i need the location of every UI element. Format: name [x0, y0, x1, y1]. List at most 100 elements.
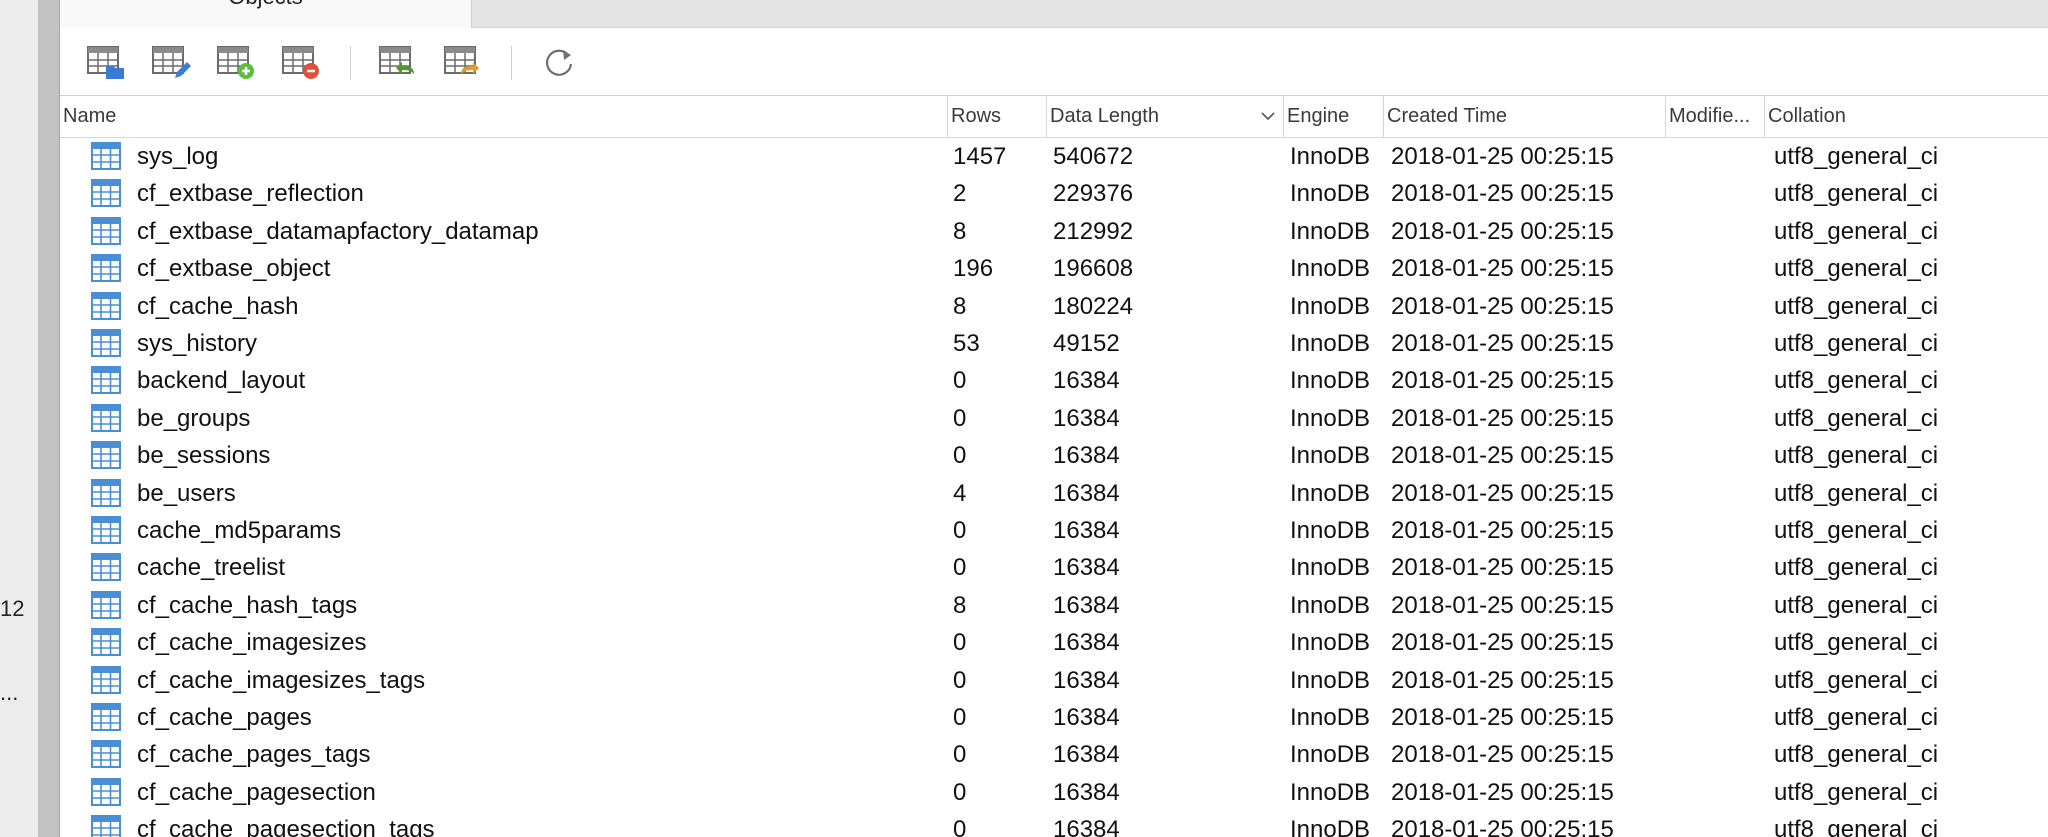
- table-row[interactable]: cf_cache_hash 8 180224 InnoDB 2018-01-25 00:…: [60, 288, 2048, 325]
- cell-name: cf_extbase_object: [137, 255, 331, 282]
- cell-data-length: 16384: [1053, 517, 1120, 544]
- table-icon: [91, 366, 121, 394]
- cell-rows: 0: [953, 554, 967, 581]
- cell-rows: 2: [953, 180, 967, 207]
- table-icon: [91, 703, 121, 731]
- design-table-button[interactable]: [151, 44, 191, 80]
- cell-name: cf_cache_pages_tags: [137, 741, 371, 768]
- table-row[interactable]: cf_cache_pagesection_tags 0 16384 InnoDB 201…: [60, 811, 2048, 837]
- cell-engine: InnoDB: [1290, 367, 1371, 394]
- table-row[interactable]: cf_cache_hash_tags 8 16384 InnoDB 2018-01-25…: [60, 587, 2048, 624]
- cell-data-length: 16384: [1053, 442, 1120, 469]
- cell-engine: InnoDB: [1290, 517, 1371, 544]
- cell-collation: utf8_general_ci: [1774, 517, 1939, 544]
- cell-data-length: 16384: [1053, 779, 1120, 806]
- cell-created-time: 2018-01-25 00:25:15: [1391, 218, 1614, 245]
- toolbar-separator: [350, 46, 351, 80]
- column-header-name[interactable]: Name: [60, 96, 948, 138]
- column-header-data-length[interactable]: Data Length: [1047, 96, 1284, 138]
- new-table-button[interactable]: [216, 44, 256, 80]
- table-icon: [91, 441, 121, 469]
- cell-rows: 0: [953, 667, 967, 694]
- table-icon: [91, 778, 121, 806]
- tab-objects[interactable]: Objects: [60, 0, 472, 28]
- table-icon: [91, 292, 121, 320]
- cell-data-length: 196608: [1053, 255, 1134, 282]
- objects-toolbar: [60, 28, 2048, 96]
- table-row[interactable]: cf_extbase_reflection 2 229376 InnoDB 2018-0…: [60, 175, 2048, 212]
- table-row[interactable]: cf_cache_imagesizes 0 16384 InnoDB 2018-01-2…: [60, 624, 2048, 661]
- cell-engine: InnoDB: [1290, 741, 1371, 768]
- column-header-rows[interactable]: Rows: [948, 96, 1047, 138]
- column-header-engine[interactable]: Engine: [1284, 96, 1384, 138]
- column-header-data-length-label: Data Length: [1050, 105, 1159, 127]
- cell-created-time: 2018-01-25 00:25:15: [1391, 442, 1614, 469]
- cell-collation: utf8_general_ci: [1774, 554, 1939, 581]
- table-row[interactable]: be_users 4 16384 InnoDB 2018-01-25 00:25:15 u…: [60, 475, 2048, 512]
- cell-data-length: 16384: [1053, 629, 1120, 656]
- open-table-button[interactable]: [86, 44, 126, 80]
- import-wizard-button[interactable]: [378, 44, 418, 80]
- table-row[interactable]: cf_extbase_object 196 196608 InnoDB 2018-01-…: [60, 250, 2048, 287]
- cell-rows: 0: [953, 517, 967, 544]
- cell-engine: InnoDB: [1290, 330, 1371, 357]
- cell-collation: utf8_general_ci: [1774, 442, 1939, 469]
- table-row[interactable]: sys_log 1457 540672 InnoDB 2018-01-25 00:25:…: [60, 138, 2048, 175]
- table-row[interactable]: cf_cache_imagesizes_tags 0 16384 InnoDB 2018…: [60, 662, 2048, 699]
- cell-data-length: 212992: [1053, 218, 1134, 245]
- cell-engine: InnoDB: [1290, 442, 1371, 469]
- table-icon: [91, 217, 121, 245]
- delete-table-button[interactable]: [281, 44, 321, 80]
- cell-engine: InnoDB: [1290, 405, 1371, 432]
- table-row[interactable]: sys_history 53 49152 InnoDB 2018-01-25 00:25…: [60, 325, 2048, 362]
- cell-name: cf_cache_pagesection: [137, 779, 376, 806]
- toolbar-separator: [511, 46, 512, 80]
- table-row[interactable]: be_sessions 0 16384 InnoDB 2018-01-25 00:25:…: [60, 437, 2048, 474]
- cell-name: sys_log: [137, 143, 219, 170]
- export-wizard-button[interactable]: [443, 44, 483, 80]
- refresh-icon: [545, 49, 573, 76]
- table-row[interactable]: backend_layout 0 16384 InnoDB 2018-01-25 00:…: [60, 362, 2048, 399]
- cell-rows: 8: [953, 592, 967, 619]
- table-icon: [91, 329, 121, 357]
- column-header-collation[interactable]: Collation: [1765, 96, 2048, 138]
- connection-sidebar[interactable]: 12 ...: [0, 0, 38, 837]
- table-delete-icon: [282, 46, 319, 79]
- cell-collation: utf8_general_ci: [1774, 629, 1939, 656]
- cell-collation: utf8_general_ci: [1774, 779, 1939, 806]
- refresh-button[interactable]: [539, 44, 579, 80]
- table-row[interactable]: cf_cache_pages_tags 0 16384 InnoDB 2018-01-2…: [60, 736, 2048, 773]
- column-header-modified-time[interactable]: Modifie...: [1666, 96, 1765, 138]
- cell-created-time: 2018-01-25 00:25:15: [1391, 143, 1614, 170]
- cell-rows: 53: [953, 330, 980, 357]
- table-row[interactable]: cf_extbase_datamapfactory_datamap 8 212992…: [60, 213, 2048, 250]
- table-list[interactable]: sys_log 1457 540672 InnoDB 2018-01-25 00:25:…: [60, 138, 2048, 837]
- table-edit-icon: [152, 46, 191, 78]
- table-row[interactable]: cache_md5params 0 16384 InnoDB 2018-01-25 00…: [60, 512, 2048, 549]
- cell-engine: InnoDB: [1290, 480, 1371, 507]
- column-header-created-time[interactable]: Created Time: [1384, 96, 1666, 138]
- table-add-icon: [217, 46, 254, 79]
- cell-collation: utf8_general_ci: [1774, 667, 1939, 694]
- cell-created-time: 2018-01-25 00:25:15: [1391, 405, 1614, 432]
- cell-name: cf_extbase_reflection: [137, 180, 364, 207]
- table-icon: [91, 553, 121, 581]
- cell-created-time: 2018-01-25 00:25:15: [1391, 554, 1614, 581]
- table-row[interactable]: cache_treelist 0 16384 InnoDB 2018-01-25 00:…: [60, 549, 2048, 586]
- cell-created-time: 2018-01-25 00:25:15: [1391, 704, 1614, 731]
- cell-data-length: 16384: [1053, 741, 1120, 768]
- tab-bar: Objects: [60, 0, 2048, 28]
- cell-data-length: 16384: [1053, 816, 1120, 837]
- cell-name: sys_history: [137, 330, 258, 357]
- cell-rows: 1457: [953, 143, 1007, 170]
- cell-name: be_users: [137, 480, 236, 507]
- table-row[interactable]: be_groups 0 16384 InnoDB 2018-01-25 00:25:15…: [60, 400, 2048, 437]
- cell-engine: InnoDB: [1290, 629, 1371, 656]
- cell-collation: utf8_general_ci: [1774, 255, 1939, 282]
- pane-splitter[interactable]: [38, 0, 60, 837]
- table-icon: [91, 666, 121, 694]
- table-row[interactable]: cf_cache_pages 0 16384 InnoDB 2018-01-25 00:…: [60, 699, 2048, 736]
- table-import-icon: [379, 46, 414, 74]
- table-row[interactable]: cf_cache_pagesection 0 16384 InnoDB 2018-01-…: [60, 774, 2048, 811]
- sidebar-fragment: 12: [0, 596, 25, 621]
